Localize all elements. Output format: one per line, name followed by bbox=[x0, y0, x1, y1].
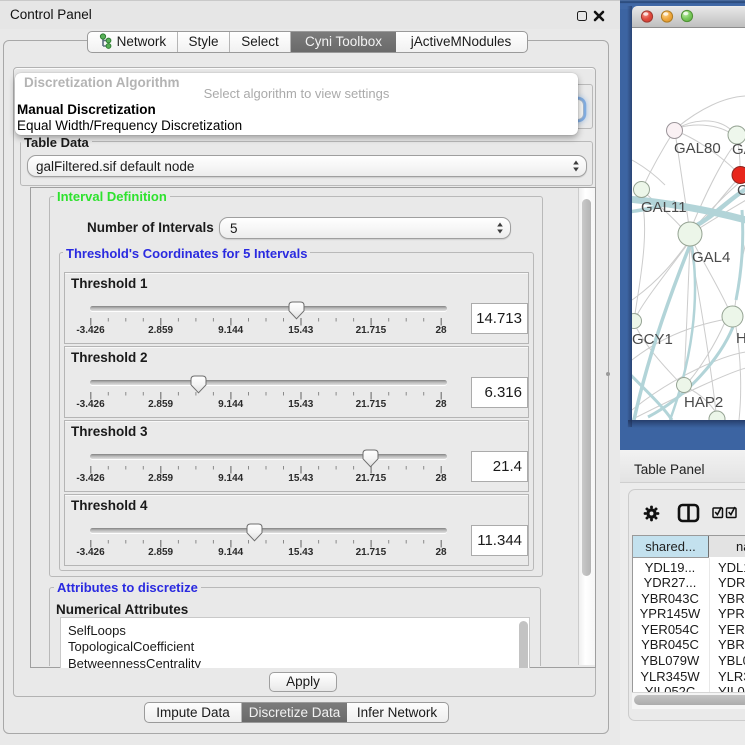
svg-text:HA: HA bbox=[736, 330, 745, 347]
svg-text:GAL4: GAL4 bbox=[692, 249, 730, 266]
svg-text:GAL11: GAL11 bbox=[641, 199, 687, 216]
svg-text:CY: CY bbox=[737, 182, 745, 199]
svg-text:GCY1: GCY1 bbox=[632, 331, 673, 348]
svg-text:GA: GA bbox=[732, 141, 745, 158]
svg-text:GAL80: GAL80 bbox=[674, 140, 721, 157]
svg-text:HAP2: HAP2 bbox=[684, 394, 723, 411]
